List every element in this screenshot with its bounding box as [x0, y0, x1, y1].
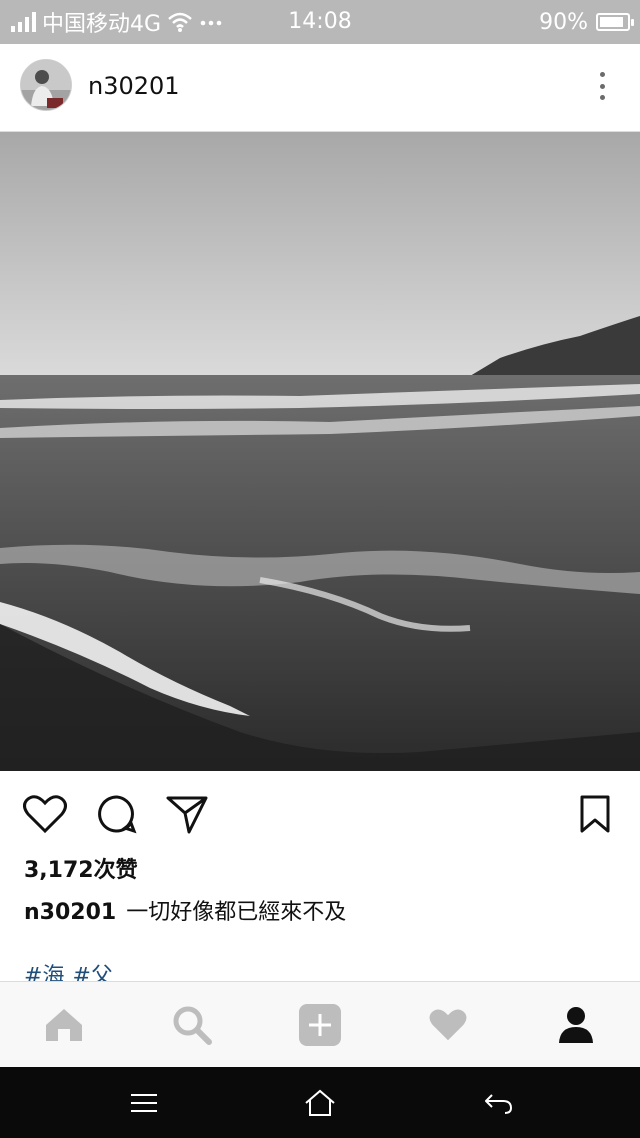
- post-actions: [0, 771, 640, 855]
- battery-fill: [600, 17, 624, 27]
- share-icon[interactable]: [164, 791, 210, 837]
- system-nav-bar: [0, 1067, 640, 1138]
- activity-heart-icon[interactable]: [423, 1000, 473, 1050]
- post-photo[interactable]: [0, 132, 640, 771]
- menu-icon[interactable]: [124, 1085, 164, 1121]
- hashtag[interactable]: #父: [72, 964, 112, 982]
- hashtags: #海 #父: [24, 958, 121, 982]
- add-icon[interactable]: [295, 1000, 345, 1050]
- bottom-tab-bar: [0, 981, 640, 1067]
- search-icon[interactable]: [167, 1000, 217, 1050]
- battery-icon: [596, 13, 634, 31]
- system-home-icon[interactable]: [300, 1085, 340, 1121]
- profile-icon[interactable]: [551, 1000, 601, 1050]
- hashtag[interactable]: #海: [24, 964, 64, 982]
- status-right: 90%: [539, 0, 634, 44]
- comment-icon[interactable]: [94, 791, 140, 837]
- caption-username[interactable]: n30201: [24, 900, 116, 925]
- home-icon[interactable]: [39, 1000, 89, 1050]
- battery-percent: 90%: [539, 9, 588, 35]
- bookmark-icon[interactable]: [572, 791, 618, 837]
- more-dot: [599, 95, 605, 100]
- more-options-button[interactable]: [590, 68, 614, 104]
- post-header: n30201: [0, 44, 640, 132]
- more-dot: [599, 83, 605, 89]
- heart-icon[interactable]: [22, 791, 68, 837]
- more-dot: [599, 72, 605, 77]
- status-bar: 中国移动4G 14:08 90%: [0, 0, 640, 44]
- post-username[interactable]: n30201: [88, 44, 180, 132]
- post-caption: n30201 一切好像都已經來不及: [24, 894, 346, 926]
- caption-text: 一切好像都已經來不及: [126, 900, 347, 925]
- back-icon[interactable]: [478, 1085, 518, 1121]
- avatar[interactable]: [20, 59, 72, 111]
- likes-count[interactable]: 3,172次赞: [24, 852, 138, 884]
